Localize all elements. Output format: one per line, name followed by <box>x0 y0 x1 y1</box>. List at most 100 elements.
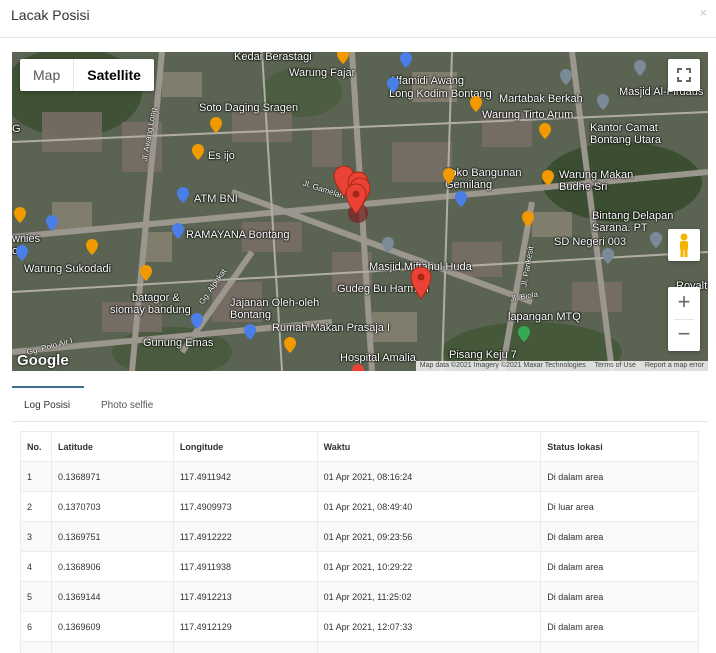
pegman-icon <box>680 233 688 257</box>
cell-latitude: 0.1369751 <box>50 521 174 552</box>
cell-longitude: 117.491191 <box>172 641 318 653</box>
hospital-pin-icon[interactable] <box>352 364 364 371</box>
table-row: 4 0.1368906 117.4911938 01 Apr 2021, 10:… <box>20 551 699 582</box>
map-label: Soto Daging Sragen <box>199 102 299 114</box>
mosque-pin-icon[interactable] <box>650 232 662 248</box>
mosque-pin-icon[interactable] <box>560 69 572 85</box>
map-label: wnies <box>12 233 41 245</box>
cell-no: 6 <box>20 611 52 642</box>
position-log-table: No. Latitude Longitude Waktu Status loka… <box>20 431 699 653</box>
cell-status: Di dalam area <box>540 551 699 582</box>
food-pin-icon[interactable] <box>337 52 349 64</box>
cell-longitude: 117.4912129 <box>172 611 318 642</box>
map-label: Pisang Keju 7 <box>449 349 517 361</box>
cell-waktu: 01 Apr 2021, 08:16:24 <box>316 461 542 492</box>
food-pin-icon[interactable] <box>522 211 534 227</box>
school-pin-icon[interactable] <box>602 248 614 264</box>
tab-photo-selfie[interactable]: Photo selfie <box>89 386 165 422</box>
shop-pin-icon[interactable] <box>191 313 203 329</box>
cell-no: 7 <box>20 641 52 653</box>
fullscreen-icon <box>677 68 691 82</box>
cell-status: Di dalam area <box>540 641 699 653</box>
map-view[interactable]: Kedai Berastagi Warung Fajar Alfamidi Aw… <box>12 52 708 371</box>
map-label: Toko Bangunan <box>445 167 522 179</box>
map-label: Bintang Delapan <box>592 210 674 222</box>
column-header-status: Status lokasi <box>540 431 699 462</box>
cell-latitude: 0.1368971 <box>50 461 174 492</box>
shop-pin-icon[interactable] <box>46 215 58 231</box>
tab-log-posisi[interactable]: Log Posisi <box>12 386 84 422</box>
cell-no: 5 <box>20 581 52 612</box>
column-header-waktu: Waktu <box>316 431 542 462</box>
cell-latitude: 0.1368859 <box>50 641 174 653</box>
zoom-in-button[interactable]: + <box>668 287 700 319</box>
cell-latitude: 0.1369144 <box>50 581 174 612</box>
food-pin-icon[interactable] <box>284 337 296 353</box>
mosque-pin-icon[interactable] <box>382 237 394 253</box>
map-label: Sarana. PT <box>592 222 648 234</box>
cell-status: Di dalam area <box>540 521 699 552</box>
street-view-button[interactable] <box>668 229 700 261</box>
map-label: Kantor Camat <box>590 122 658 134</box>
map-label: siomay bandung <box>110 304 191 316</box>
map-label: Alfamidi Awang <box>389 75 465 87</box>
food-pin-icon[interactable] <box>86 239 98 255</box>
shop-pin-icon[interactable] <box>172 223 184 239</box>
column-header-longitude: Longitude <box>172 431 318 462</box>
cell-longitude: 117.4912222 <box>172 521 318 552</box>
map-label: Bontang Utara <box>590 134 661 146</box>
cell-longitude: 117.4911942 <box>172 461 318 492</box>
map-label: Hospital Amalia <box>340 352 416 364</box>
cell-status: Di dalam area <box>540 581 699 612</box>
cell-longitude: 117.4912213 <box>172 581 318 612</box>
report-map-error-link[interactable]: Report a map error <box>645 361 704 371</box>
cell-status: Di dalam area <box>540 611 699 642</box>
shop-pin-icon[interactable] <box>387 77 399 93</box>
food-pin-icon[interactable] <box>192 144 204 160</box>
table-row: 2 0.1370703 117.4909973 01 Apr 2021, 08:… <box>20 491 699 522</box>
school-pin-icon[interactable] <box>597 94 609 110</box>
cell-waktu: 01 Apr 2021, 12:07:33 <box>316 611 542 642</box>
table-row: 5 0.1369144 117.4912213 01 Apr 2021, 11:… <box>20 581 699 612</box>
mosque-pin-icon[interactable] <box>634 60 646 76</box>
map-label: Kedai Berastagi <box>234 52 312 63</box>
column-header-no: No. <box>20 431 52 462</box>
cell-status: Di dalam area <box>540 461 699 492</box>
cell-waktu: 01 Apr 2021, 08:49:40 <box>316 491 542 522</box>
modal-header: Lacak Posisi × <box>0 0 716 38</box>
divider <box>674 319 694 320</box>
cell-longitude: 117.4911938 <box>172 551 318 582</box>
shop-pin-icon[interactable] <box>455 191 467 207</box>
cell-waktu: 01 Apr 2021, 12:50:41 <box>316 641 542 653</box>
map-data-credit: Map data ©2021 Imagery ©2021 Maxar Techn… <box>419 362 586 369</box>
food-pin-icon[interactable] <box>443 168 455 184</box>
location-marker-icon[interactable] <box>410 267 432 301</box>
shop-pin-icon[interactable] <box>244 324 256 340</box>
shop-pin-icon[interactable] <box>16 245 28 261</box>
food-pin-icon[interactable] <box>14 207 26 223</box>
shop-pin-icon[interactable] <box>177 187 189 203</box>
food-pin-icon[interactable] <box>210 117 222 133</box>
location-marker-cluster-icon[interactable] <box>332 166 376 228</box>
map-label: Warung Tirto Arum <box>482 109 574 121</box>
table-row: 6 0.1369609 117.4912129 01 Apr 2021, 12:… <box>20 611 699 642</box>
map-attribution: Map data ©2021 Imagery ©2021 Maxar Techn… <box>415 361 708 371</box>
close-icon[interactable]: × <box>699 5 707 20</box>
food-pin-icon[interactable] <box>542 170 554 186</box>
cell-latitude: 0.1370703 <box>50 491 174 522</box>
cell-waktu: 01 Apr 2021, 09:23:56 <box>316 521 542 552</box>
food-pin-icon[interactable] <box>140 265 152 281</box>
map-type-map-button[interactable]: Map <box>20 59 75 91</box>
map-label: SD Negeri 003 <box>554 236 627 248</box>
park-pin-icon[interactable] <box>518 326 530 342</box>
map-label: G <box>12 123 21 135</box>
zoom-out-button[interactable]: − <box>668 319 700 351</box>
fullscreen-button[interactable] <box>668 59 700 91</box>
map-label: Es ijo <box>208 150 235 162</box>
cell-no: 4 <box>20 551 52 582</box>
shop-pin-icon[interactable] <box>400 52 412 68</box>
terms-of-use-link[interactable]: Terms of Use <box>595 361 636 371</box>
food-pin-icon[interactable] <box>470 96 482 112</box>
map-type-satellite-button[interactable]: Satellite <box>74 59 154 91</box>
food-pin-icon[interactable] <box>539 123 551 139</box>
